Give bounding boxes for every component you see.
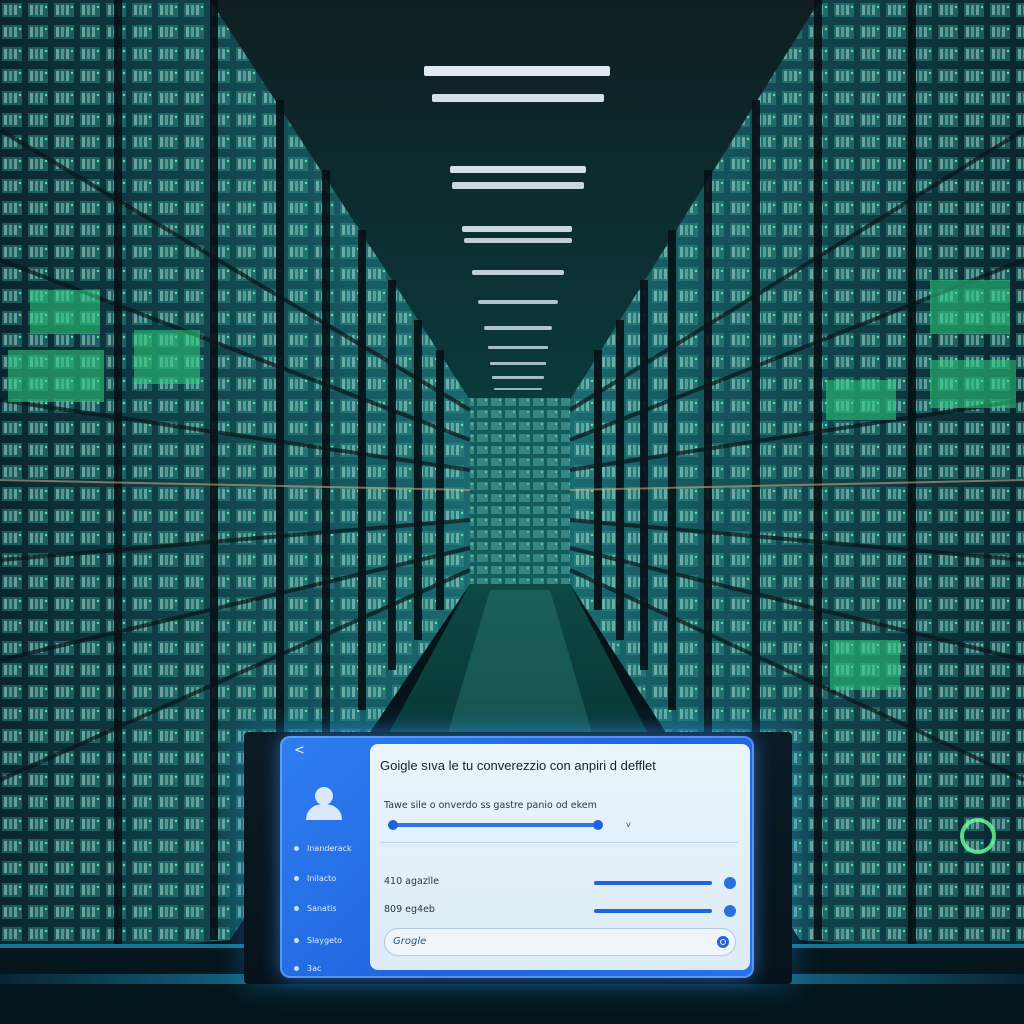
- divider: [380, 842, 738, 843]
- stat-bar: [594, 909, 712, 913]
- main-slider[interactable]: [388, 820, 618, 830]
- stat-fill: [594, 881, 712, 885]
- user-icon: [306, 787, 342, 820]
- content-panel: Goigle sıva le tu converezzio con anpiri…: [370, 744, 750, 970]
- search-input-value: Grogle: [393, 936, 427, 947]
- stat-label: 410 agazlle: [384, 876, 439, 887]
- sidebar-item-label: Slaygeto: [307, 936, 342, 945]
- sidebar-item[interactable]: Slaygeto: [294, 936, 342, 950]
- stat-fill: [594, 909, 712, 913]
- bullet-icon: [294, 846, 299, 851]
- data-center-scene: < Inanderack Inilacto Sanatis Slaygeto 3…: [0, 0, 1024, 1024]
- stat-row: 410 agazlle: [384, 876, 736, 890]
- sidebar-item[interactable]: Inilacto: [294, 874, 336, 888]
- slider-end-marker: v: [626, 820, 631, 829]
- page-title: Goigle sıva le tu converezzio con anpiri…: [380, 758, 656, 773]
- stat-label: 809 eg4eb: [384, 904, 435, 915]
- slider-start-handle[interactable]: [388, 820, 398, 830]
- stat-bar: [594, 881, 712, 885]
- sidebar-item-label: Inilacto: [307, 874, 337, 883]
- sidebar-item-label: 3ac: [307, 964, 322, 973]
- sidebar-item[interactable]: Inanderack: [294, 844, 352, 858]
- stat-toggle[interactable]: [724, 877, 736, 889]
- bullet-icon: [294, 938, 299, 943]
- sidebar-item[interactable]: 3ac: [294, 964, 321, 978]
- slider-track: [388, 823, 598, 827]
- sidebar-item[interactable]: Sanatis: [294, 904, 336, 918]
- back-arrow-icon[interactable]: <: [294, 744, 305, 758]
- search-icon[interactable]: [717, 936, 729, 948]
- bullet-icon: [294, 906, 299, 911]
- page-subtitle: Tawe sile o onverdo ss gastre panio od e…: [384, 800, 597, 811]
- bullet-icon: [294, 876, 299, 881]
- bullet-icon: [294, 966, 299, 971]
- stat-row: 809 eg4eb: [384, 904, 736, 918]
- sidebar-item-label: Inanderack: [307, 844, 352, 853]
- slider-handle[interactable]: [592, 820, 603, 830]
- sidebar-item-label: Sanatis: [307, 904, 337, 913]
- stat-toggle[interactable]: [724, 905, 736, 917]
- app-window: < Inanderack Inilacto Sanatis Slaygeto 3…: [280, 736, 754, 978]
- search-input[interactable]: Grogle: [384, 928, 736, 956]
